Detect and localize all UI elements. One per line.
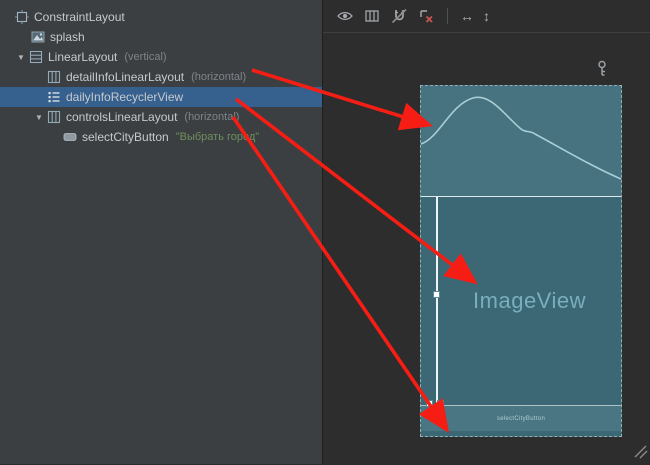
design-surface-panel: ↔ ↕ ImageView selectCityButton xyxy=(322,0,650,464)
linearlayout-horizontal-icon xyxy=(46,70,62,84)
controls-bar-region[interactable]: selectCityButton xyxy=(421,405,621,431)
linearlayout-vertical-icon xyxy=(28,50,44,64)
linearlayout-horizontal-icon xyxy=(46,110,62,124)
button-icon xyxy=(62,130,78,144)
tree-item-selectcitybutton[interactable]: selectCityButton "Выбрать город" xyxy=(0,127,322,147)
tree-item-label: dailyInfoRecyclerView xyxy=(66,90,183,104)
tree-item-attribute: (horizontal) xyxy=(191,71,246,83)
toolbar-separator xyxy=(447,8,448,24)
chevron-down-icon[interactable]: ▼ xyxy=(32,113,46,122)
panel-resize-grip[interactable] xyxy=(629,440,649,460)
imageview-label: ImageView xyxy=(473,288,586,314)
selection-handle-bottom-left-a[interactable] xyxy=(426,400,433,407)
component-tree-panel: ConstraintLayout splash ▼ LinearLayout (… xyxy=(0,0,322,464)
selection-handle-bottom-left-b[interactable] xyxy=(437,400,444,407)
tree-item-dailyinforecyclerview[interactable]: dailyInfoRecyclerView xyxy=(0,87,322,107)
show-constraints-icon[interactable] xyxy=(363,8,381,24)
tree-item-splash[interactable]: splash xyxy=(0,27,322,47)
tree-item-detailinfolinearlayout[interactable]: detailInfoLinearLayout (horizontal) xyxy=(0,67,322,87)
detail-info-chart-region[interactable] xyxy=(421,86,621,196)
wrench-key-icon[interactable] xyxy=(595,60,609,78)
visibility-eye-icon[interactable] xyxy=(336,8,354,24)
design-toolbar: ↔ ↕ xyxy=(323,0,650,33)
pan-horizontal-icon[interactable]: ↔ xyxy=(460,8,474,24)
chevron-down-icon[interactable]: ▼ xyxy=(14,53,28,62)
tree-item-label: ConstraintLayout xyxy=(34,10,125,24)
selection-handle-mid-left[interactable] xyxy=(433,291,440,298)
tree-item-constraintlayout[interactable]: ConstraintLayout xyxy=(0,7,322,27)
tree-item-text-value: "Выбрать город" xyxy=(176,131,259,143)
tree-item-label: splash xyxy=(50,30,85,44)
tree-item-attribute: (horizontal) xyxy=(184,111,239,123)
constraint-layout-icon xyxy=(14,10,30,24)
image-icon xyxy=(30,30,46,44)
imageview-widget[interactable]: ImageView xyxy=(438,197,621,405)
tree-item-controlslinearlayout[interactable]: ▼ controlsLinearLayout (horizontal) xyxy=(0,107,322,127)
recyclerview-list-icon xyxy=(46,90,62,104)
pan-vertical-icon[interactable]: ↕ xyxy=(483,8,490,24)
layout-editor-window: ConstraintLayout splash ▼ LinearLayout (… xyxy=(0,0,650,464)
select-city-button-preview[interactable]: selectCityButton xyxy=(497,416,545,422)
tree-item-linearlayout[interactable]: ▼ LinearLayout (vertical) xyxy=(0,47,322,67)
tree-item-label: detailInfoLinearLayout xyxy=(66,70,184,84)
tree-item-label: selectCityButton xyxy=(82,130,169,144)
tree-item-label: LinearLayout xyxy=(48,50,117,64)
clear-constraints-icon[interactable] xyxy=(417,8,435,24)
tree-item-attribute: (vertical) xyxy=(124,51,166,63)
device-preview[interactable]: ImageView selectCityButton xyxy=(420,85,622,437)
tree-item-label: controlsLinearLayout xyxy=(66,110,177,124)
autoconnect-off-magnet-icon[interactable] xyxy=(390,8,408,24)
